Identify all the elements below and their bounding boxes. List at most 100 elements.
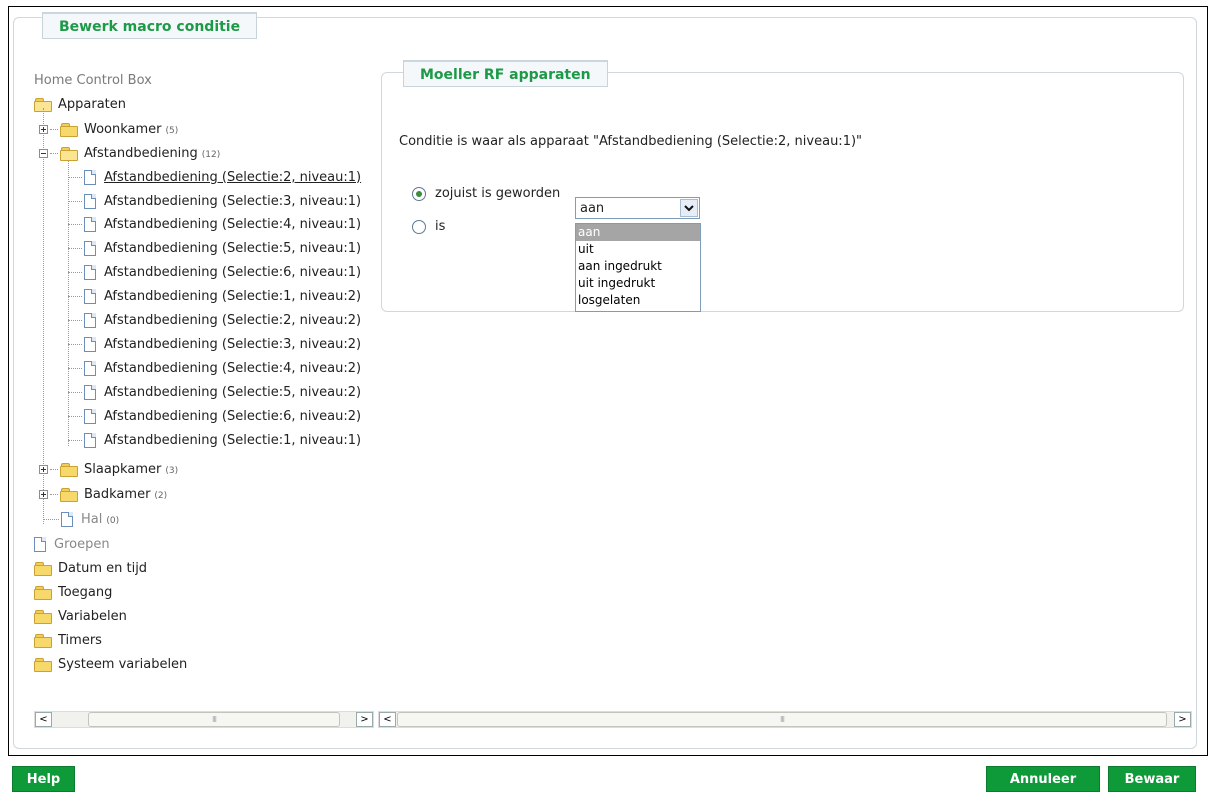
tree-leaf-label: Afstandbediening (Selectie:5, niveau:1) <box>104 240 362 256</box>
expand-icon[interactable] <box>39 489 48 499</box>
tree-node-count: (12) <box>201 150 221 160</box>
tree-leaf-device[interactable]: Afstandbediening (Selectie:1, niveau:1) <box>68 429 361 451</box>
tree-node-label: Systeem variabelen <box>58 656 188 672</box>
tree-node-afstandbediening[interactable]: Afstandbediening (12) <box>39 142 220 164</box>
help-button[interactable]: Help <box>12 766 75 792</box>
tree-leaf-label: Afstandbediening (Selectie:3, niveau:2) <box>104 336 362 352</box>
tree-dash <box>68 271 82 273</box>
tree-node-count: (0) <box>106 516 120 526</box>
tree-node-label: Toegang <box>58 584 113 600</box>
tree-dash <box>68 343 82 345</box>
tree-leaf-device[interactable]: Afstandbediening (Selectie:5, niveau:2) <box>68 381 361 403</box>
scroll-thumb[interactable]: III <box>397 712 1167 727</box>
document-icon <box>84 384 96 400</box>
scroll-right-icon[interactable]: > <box>1174 712 1191 727</box>
radio-became-option[interactable]: zojuist is geworden <box>412 186 560 201</box>
folder-icon <box>34 657 52 672</box>
tree-node-label: Badkamer <box>84 486 151 502</box>
tree-leaf-label: Afstandbediening (Selectie:2, niveau:2) <box>104 312 362 328</box>
tree-horizontal-scrollbar[interactable]: < III > <box>34 711 374 728</box>
tree-leaf-label: Afstandbediening (Selectie:1, niveau:2) <box>104 288 362 304</box>
tree-leaf-device[interactable]: Afstandbediening (Selectie:3, niveau:2) <box>68 333 361 355</box>
tree-node-label: Datum en tijd <box>58 560 148 576</box>
panel-horizontal-scrollbar[interactable]: < III > <box>378 711 1192 728</box>
tree-leaf-label: Afstandbediening (Selectie:3, niveau:1) <box>104 193 362 209</box>
tree-dash <box>50 152 58 154</box>
tree-node-hal[interactable]: Hal (0) <box>43 508 119 530</box>
save-button[interactable]: Bewaar <box>1108 766 1196 792</box>
tree-node-variabelen[interactable]: Variabelen <box>34 605 127 627</box>
tree-leaf-label: Afstandbediening (Selectie:6, niveau:1) <box>104 264 362 280</box>
expand-icon[interactable] <box>39 124 48 134</box>
panel-title: Moeller RF apparaten <box>403 60 608 87</box>
document-icon <box>84 312 96 328</box>
tree-node-count: (5) <box>165 126 179 136</box>
tree-node-count: (2) <box>154 491 168 501</box>
tree-leaf-device[interactable]: Afstandbediening (Selectie:2, niveau:2) <box>68 309 361 331</box>
tree-leaf-label: Afstandbediening (Selectie:5, niveau:2) <box>104 384 362 400</box>
tree-node-label: Hal <box>81 511 103 527</box>
folder-icon <box>34 561 52 576</box>
folder-icon <box>34 585 52 600</box>
scroll-left-icon[interactable]: < <box>35 712 52 727</box>
tree-leaf-device[interactable]: Afstandbediening (Selectie:4, niveau:2) <box>68 357 361 379</box>
tree-dash <box>43 518 59 520</box>
tree-node-count: (3) <box>165 466 179 476</box>
cancel-button[interactable]: Annuleer <box>986 766 1100 792</box>
tree-node-badkamer[interactable]: Badkamer (2) <box>39 483 167 505</box>
scroll-left-icon[interactable]: < <box>379 712 396 727</box>
tree-leaf-device[interactable]: Afstandbediening (Selectie:2, niveau:1) <box>68 166 361 188</box>
tree-node-woonkamer[interactable]: Woonkamer (5) <box>39 118 178 140</box>
tree-node-systeem[interactable]: Systeem variabelen <box>34 653 187 675</box>
tree-leaf-label: Afstandbediening (Selectie:1, niveau:1) <box>104 432 362 448</box>
document-icon <box>84 264 96 280</box>
radio-label: is <box>435 219 446 234</box>
folder-icon <box>34 633 52 648</box>
radio-button[interactable] <box>412 219 426 234</box>
select-option[interactable]: aan ingedrukt <box>576 258 700 275</box>
tree-dash <box>50 468 58 470</box>
folder-icon <box>60 487 78 502</box>
select-option[interactable]: uit <box>576 241 700 258</box>
tree-node-label: Woonkamer <box>84 121 162 137</box>
select-dropdown-list: aan uit aan ingedrukt uit ingedrukt losg… <box>575 223 701 312</box>
tree-dash <box>68 247 82 249</box>
tree-node-label: Variabelen <box>58 608 127 624</box>
tree-node-timers[interactable]: Timers <box>34 629 102 651</box>
tree-leaf-device[interactable]: Afstandbediening (Selectie:4, niveau:1) <box>68 213 361 235</box>
tree-node-toegang[interactable]: Toegang <box>34 581 112 603</box>
folder-icon <box>60 122 78 137</box>
tree-leaf-label: Afstandbediening (Selectie:2, niveau:1) <box>104 169 362 185</box>
tree-node-groepen[interactable]: Groepen <box>34 533 110 555</box>
tree-leaf-device[interactable]: Afstandbediening (Selectie:6, niveau:2) <box>68 405 361 427</box>
select-option[interactable]: uit ingedrukt <box>576 275 700 292</box>
expand-icon[interactable] <box>39 464 48 474</box>
tree-leaf-device[interactable]: Afstandbediening (Selectie:1, niveau:2) <box>68 285 361 307</box>
tree-node-apparaten[interactable]: Apparaten <box>34 93 126 115</box>
tree-leaf-device[interactable]: Afstandbediening (Selectie:5, niveau:1) <box>68 237 361 259</box>
tree-leaf-device[interactable]: Afstandbediening (Selectie:3, niveau:1) <box>68 190 361 212</box>
tree-dash <box>68 200 82 202</box>
tree-dash <box>50 128 58 130</box>
tree-node-label: Slaapkamer <box>84 461 162 477</box>
radio-is-option[interactable]: is <box>412 219 445 234</box>
tree-dash <box>68 295 82 297</box>
tree-dash <box>68 439 82 441</box>
radio-button[interactable] <box>412 186 426 201</box>
state-select[interactable]: aan <box>575 197 700 219</box>
tree-node-label: Groepen <box>54 536 110 552</box>
select-option[interactable]: aan <box>576 224 700 241</box>
document-icon <box>84 240 96 256</box>
tree-node-slaapkamer[interactable]: Slaapkamer (3) <box>39 458 178 480</box>
scroll-thumb[interactable]: III <box>88 712 340 727</box>
tree-node-label: Timers <box>58 632 102 648</box>
tree-leaf-device[interactable]: Afstandbediening (Selectie:6, niveau:1) <box>68 261 361 283</box>
collapse-icon[interactable] <box>39 148 48 158</box>
document-icon <box>61 511 73 527</box>
tree-leaf-label: Afstandbediening (Selectie:6, niveau:2) <box>104 408 362 424</box>
tree-node-datum[interactable]: Datum en tijd <box>34 557 147 579</box>
select-option[interactable]: losgelaten <box>576 292 700 309</box>
scroll-right-icon[interactable]: > <box>356 712 373 727</box>
document-icon <box>84 288 96 304</box>
chevron-down-icon[interactable] <box>680 199 698 217</box>
